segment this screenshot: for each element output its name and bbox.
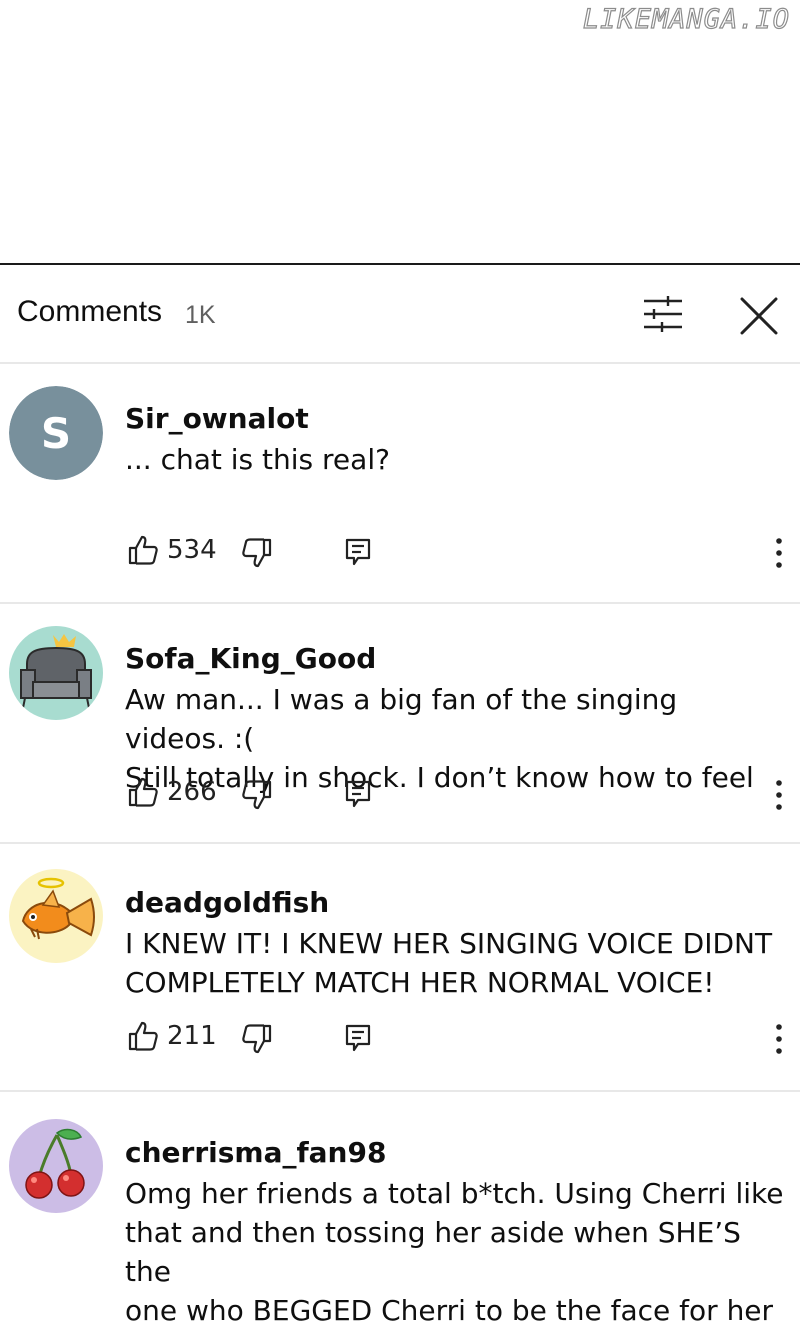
like-count: 266 — [167, 777, 217, 807]
sort-filter-icon[interactable] — [640, 295, 686, 335]
comment-username[interactable]: Sofa_King_Good — [125, 642, 376, 675]
comment-actions: 534 — [128, 534, 788, 570]
thumbs-up-icon[interactable] — [128, 534, 158, 566]
avatar[interactable] — [9, 626, 103, 720]
comment-item: deadgoldfish I KNEW IT! I KNEW HER SINGI… — [0, 844, 800, 1092]
comments-count: 1K — [185, 301, 216, 329]
comment-username[interactable]: Sir_ownalot — [125, 402, 309, 435]
reply-icon[interactable] — [344, 1023, 372, 1053]
armchair-avatar-icon — [20, 634, 92, 709]
comment-text: Omg her friends a total b*tch. Using Che… — [125, 1174, 785, 1330]
reply-icon[interactable] — [344, 779, 372, 809]
avatar[interactable] — [9, 869, 103, 963]
comments-panel: Comments 1K S Sir_ownalot ... chat is th… — [0, 263, 800, 1327]
comment-line: that and then tossing her aside when SHE… — [125, 1216, 741, 1288]
like-count: 534 — [167, 535, 217, 565]
more-options-icon[interactable] — [768, 1022, 790, 1056]
goldfish-avatar-icon — [21, 877, 95, 940]
comment-text: I KNEW IT! I KNEW HER SINGING VOICE DIDN… — [125, 924, 785, 1002]
like-count: 211 — [167, 1021, 217, 1051]
comment-item: Sofa_King_Good Aw man... I was a big fan… — [0, 604, 800, 844]
comment-username[interactable]: deadgoldfish — [125, 886, 329, 919]
avatar[interactable]: S — [9, 386, 103, 480]
comment-line: Omg her friends a total b*tch. Using Che… — [125, 1177, 784, 1210]
comment-line: COMPLETELY MATCH HER NORMAL VOICE! — [125, 966, 715, 999]
comment-item: cherrisma_fan98 Omg her friends a total … — [0, 1092, 800, 1327]
thumbs-up-icon[interactable] — [128, 776, 158, 808]
thumbs-down-icon[interactable] — [242, 1023, 272, 1055]
comment-text: ... chat is this real? — [125, 440, 785, 479]
comment-line: ... chat is this real? — [125, 443, 390, 476]
more-options-icon[interactable] — [768, 536, 790, 570]
comment-actions: 266 — [128, 776, 788, 812]
cherry-avatar-icon — [25, 1128, 85, 1199]
more-options-icon[interactable] — [768, 778, 790, 812]
watermark: LIKEMANGA.IO — [582, 3, 790, 35]
avatar-letter: S — [9, 386, 103, 480]
comment-line: Aw man... I was a big fan of the singing… — [125, 683, 678, 755]
thumbs-down-icon[interactable] — [242, 779, 272, 811]
comment-line: one who BEGGED Cherri to be the face for… — [125, 1294, 774, 1327]
comments-header: Comments 1K — [0, 265, 800, 364]
comment-username[interactable]: cherrisma_fan98 — [125, 1136, 386, 1169]
close-icon[interactable] — [738, 295, 780, 337]
reply-icon[interactable] — [344, 537, 372, 567]
thumbs-down-icon[interactable] — [242, 537, 272, 569]
comments-title: Comments — [17, 295, 163, 328]
thumbs-up-icon[interactable] — [128, 1020, 158, 1052]
comment-actions: 211 — [128, 1020, 788, 1056]
avatar[interactable] — [9, 1119, 103, 1213]
comment-item: S Sir_ownalot ... chat is this real? 534 — [0, 364, 800, 604]
comment-line: I KNEW IT! I KNEW HER SINGING VOICE DIDN… — [125, 927, 773, 960]
